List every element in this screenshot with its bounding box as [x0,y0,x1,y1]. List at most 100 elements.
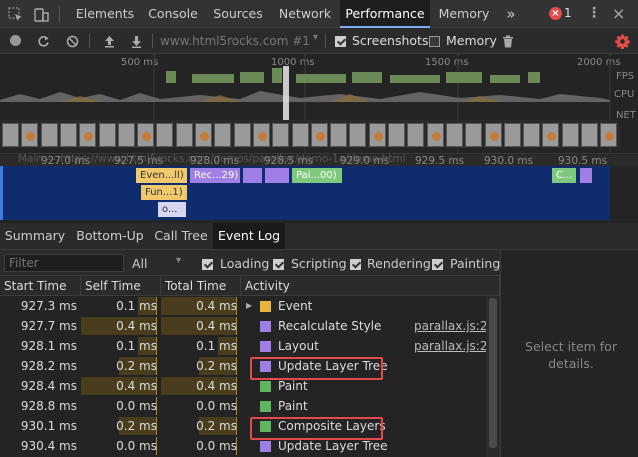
tab-network[interactable]: Network [272,0,338,28]
screenshot-thumbnail[interactable] [2,123,19,147]
screenshot-thumbnail[interactable] [252,123,270,147]
flame-paint-block[interactable]: Pai...00) [292,168,342,183]
screenshots-checkbox[interactable] [335,34,346,48]
screenshot-thumbnail[interactable] [117,123,135,147]
chevron-down-icon[interactable]: ▾ [313,32,318,43]
table-row[interactable]: 928.1 ms 0.1 ms 0.1 ms Layout parallax.js:29 [0,336,495,356]
screenshot-thumbnail[interactable] [40,123,58,147]
column-header-total-time[interactable]: Total Time [161,276,241,296]
tab-elements[interactable]: Elements [68,0,142,28]
flame-composite-block[interactable]: C... [552,168,576,183]
screenshot-thumbnail[interactable] [330,123,348,147]
error-icon[interactable]: × [549,7,562,20]
table-row[interactable]: 930.4 ms 0.0 ms 0.0 ms Update Layer Tree [0,436,486,456]
screenshot-filmstrip[interactable] [2,121,622,148]
table-row[interactable]: 928.4 ms 0.4 ms 0.4 ms Paint [0,376,486,396]
record-icon[interactable] [10,35,21,46]
column-header-start-time[interactable]: Start Time [0,276,81,296]
column-header-activity[interactable]: Activity [241,276,500,296]
flame-event-block[interactable]: Even...ll) [136,168,187,183]
screenshot-thumbnail[interactable] [79,123,97,147]
trash-icon[interactable] [499,32,517,50]
checkbox-checked-icon[interactable] [350,259,361,270]
source-link[interactable]: parallax.js:29 [414,316,495,336]
source-link[interactable]: parallax.js:29 [414,336,495,356]
screenshot-thumbnail[interactable] [137,123,155,147]
column-header-self-time[interactable]: Self Time [81,276,161,296]
table-row[interactable]: 928.8 ms 0.0 ms 0.0 ms Paint [0,396,486,416]
inspect-element-icon[interactable] [6,5,24,23]
table-row[interactable]: 930.1 ms 0.2 ms 0.2 ms Composite Layers [0,416,486,436]
screenshot-thumbnail[interactable] [349,123,367,147]
flame-chart[interactable]: 927.0 ms 927.5 ms 928.0 ms 928.5 ms 929.… [0,153,638,220]
tab-summary[interactable]: Summary [2,223,68,249]
device-toolbar-icon[interactable] [32,5,50,23]
screenshot-thumbnail[interactable] [600,123,618,147]
screenshot-thumbnail[interactable] [368,123,386,147]
tab-sources[interactable]: Sources [206,0,270,28]
flame-update-layer-block[interactable] [265,168,289,183]
memory-checkbox[interactable] [429,34,440,48]
tab-console[interactable]: Console [142,0,204,28]
checkbox-checked-icon[interactable] [335,36,346,47]
screenshot-thumbnail[interactable] [388,123,405,147]
more-tabs-button[interactable]: » [500,0,522,28]
screenshot-thumbnail[interactable] [465,123,483,147]
chevron-down-icon[interactable]: ▾ [176,255,181,266]
screenshot-thumbnail[interactable] [98,123,116,147]
flame-recalc-block[interactable]: Rec...29) [190,168,240,183]
screenshot-thumbnail[interactable] [156,123,174,147]
load-profile-icon[interactable] [100,32,118,50]
flame-update-layer-block[interactable] [580,168,592,183]
more-options-icon[interactable]: ⋮ [587,5,601,21]
timeline-overview[interactable]: 500 ms 1000 ms 1500 ms 2000 ms FPS CPU N… [0,54,638,154]
expand-arrow-icon[interactable]: ▶ [246,296,252,316]
flame-layout-block[interactable] [243,168,262,183]
scrollbar[interactable] [486,296,500,457]
table-row[interactable]: 928.2 ms 0.2 ms 0.2 ms Update Layer Tree [0,356,486,376]
screenshot-thumbnail[interactable] [561,123,579,147]
scrollbar-thumb[interactable] [489,298,497,448]
screenshot-thumbnail[interactable] [310,123,328,147]
recording-select[interactable]: www.html5rocks.com #1 [160,34,310,48]
save-profile-icon[interactable] [127,32,145,50]
checkbox-checked-icon[interactable] [273,259,284,270]
table-row[interactable]: 927.3 ms 0.1 ms 0.4 ms ▶ Event [0,296,486,316]
rendering-checkbox[interactable] [350,257,361,271]
tab-performance[interactable]: Performance [340,0,430,28]
screenshot-thumbnail[interactable] [272,123,290,147]
tab-call-tree[interactable]: Call Tree [150,223,212,249]
clear-icon[interactable] [63,32,81,50]
flame-function-block[interactable]: Fun...1) [141,185,187,200]
flame-anon-block[interactable]: o... [158,202,186,217]
tab-event-log[interactable]: Event Log [213,223,285,249]
screenshot-thumbnail[interactable] [581,123,598,147]
screenshot-thumbnail[interactable] [214,123,232,147]
screenshot-thumbnail[interactable] [426,123,444,147]
capture-settings-gear-icon[interactable] [613,32,631,50]
loading-checkbox[interactable] [202,257,213,271]
filter-input[interactable] [4,254,124,272]
table-row[interactable]: 927.7 ms 0.4 ms 0.4 ms Recalculate Style par… [0,316,495,336]
screenshot-thumbnail[interactable] [233,123,251,147]
painting-checkbox[interactable] [432,257,443,271]
checkbox-checked-icon[interactable] [202,259,213,270]
tab-memory[interactable]: Memory [432,0,496,28]
screenshot-thumbnail[interactable] [523,123,541,147]
screenshot-thumbnail[interactable] [59,123,77,147]
scripting-checkbox[interactable] [273,257,284,271]
checkbox-checked-icon[interactable] [432,259,443,270]
close-icon[interactable]: × [612,4,625,23]
screenshot-thumbnail[interactable] [21,123,39,147]
checkbox-unchecked-icon[interactable] [429,36,440,47]
screenshot-thumbnail[interactable] [445,123,463,147]
screenshot-thumbnail[interactable] [291,123,309,147]
screenshot-thumbnail[interactable] [175,123,193,147]
screenshot-thumbnail[interactable] [407,123,425,147]
screenshot-thumbnail[interactable] [542,123,560,147]
screenshot-thumbnail[interactable] [195,123,212,147]
scope-select[interactable]: All [132,256,148,271]
screenshot-thumbnail[interactable] [484,123,502,147]
reload-icon[interactable] [34,32,52,50]
screenshot-thumbnail[interactable] [503,123,521,147]
